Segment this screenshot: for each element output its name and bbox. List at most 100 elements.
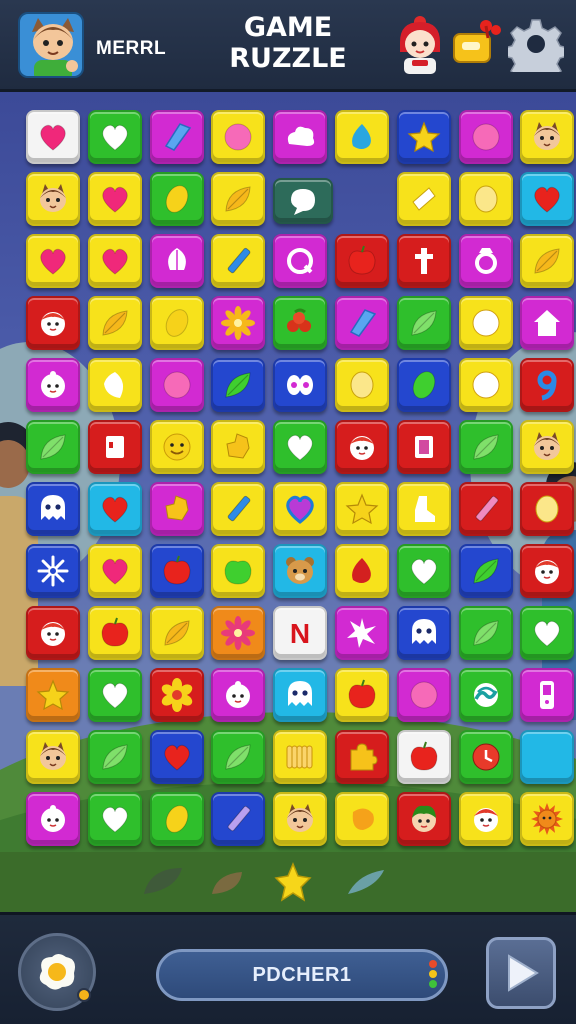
tile-lemon[interactable]: [149, 296, 204, 350]
tile-berries[interactable]: [273, 296, 328, 350]
tile-cat[interactable]: [273, 792, 328, 846]
tile-heart[interactable]: [396, 544, 451, 598]
tile-apple[interactable]: [335, 668, 389, 722]
tile-heart[interactable]: [273, 420, 328, 474]
tile-leaf[interactable]: [211, 730, 266, 784]
tile-lemon[interactable]: [396, 358, 451, 412]
settings-button[interactable]: [503, 16, 569, 85]
tile-cat[interactable]: [26, 172, 80, 226]
tile-star[interactable]: [396, 110, 451, 164]
tile-egg[interactable]: [458, 172, 513, 226]
tile-drop[interactable]: [335, 792, 389, 846]
tile-butterfly[interactable]: [273, 358, 328, 412]
tile-heart[interactable]: [26, 110, 80, 164]
tile-leaf[interactable]: [458, 606, 513, 660]
tile-lemon[interactable]: [149, 172, 204, 226]
tile-flower[interactable]: [149, 668, 204, 722]
tile-disc[interactable]: [149, 358, 204, 412]
tile-apple[interactable]: [211, 544, 266, 598]
tile-pencil[interactable]: [458, 482, 513, 536]
tile-star[interactable]: [335, 482, 389, 536]
tile-sparkle[interactable]: [335, 606, 389, 660]
tile-leaf[interactable]: [458, 420, 513, 474]
tile-flower[interactable]: [211, 606, 266, 660]
tile-snowflake[interactable]: [26, 544, 80, 598]
tile-face[interactable]: [26, 296, 80, 350]
tile-heart[interactable]: [273, 482, 328, 536]
tile-cross[interactable]: [396, 234, 451, 288]
gift-button[interactable]: [448, 16, 502, 70]
character-button[interactable]: [390, 12, 450, 76]
tile-card[interactable]: [87, 420, 142, 474]
tile-baby[interactable]: [26, 358, 80, 412]
tile-gem[interactable]: [149, 110, 204, 164]
tile-face[interactable]: [26, 606, 80, 660]
tile-cat[interactable]: [520, 110, 575, 164]
tile-ring[interactable]: [458, 234, 513, 288]
tile-crystal[interactable]: [87, 358, 142, 412]
tile-apple[interactable]: [87, 606, 142, 660]
tile-drop[interactable]: [335, 110, 389, 164]
tile-gem[interactable]: [335, 296, 389, 350]
tile-wave[interactable]: [458, 668, 513, 722]
tile-face[interactable]: [520, 544, 575, 598]
tile-disc[interactable]: [458, 358, 513, 412]
tile-apple[interactable]: [396, 730, 451, 784]
tile-ghost[interactable]: [396, 606, 451, 660]
tile-heart[interactable]: [87, 172, 142, 226]
tile-ghost[interactable]: [273, 668, 328, 722]
tile-rhombus[interactable]: [396, 172, 451, 226]
tile-leaf[interactable]: [396, 296, 451, 350]
tile-phone[interactable]: [520, 668, 575, 722]
tile-heart[interactable]: [87, 110, 142, 164]
tile-disc[interactable]: [458, 110, 513, 164]
tile-bulb[interactable]: [149, 234, 204, 288]
tile-blank[interactable]: [520, 730, 575, 784]
tile-cloud[interactable]: [273, 110, 328, 164]
tile-flower[interactable]: [211, 296, 266, 350]
tile-drop[interactable]: [335, 544, 389, 598]
tile-leaf[interactable]: [458, 544, 513, 598]
tile-ring[interactable]: [273, 234, 328, 288]
tile-ghost[interactable]: [26, 482, 80, 536]
tile-heart[interactable]: [87, 482, 142, 536]
tile-pencil[interactable]: [211, 482, 266, 536]
tile-letter-n[interactable]: N: [273, 606, 328, 660]
tile-cat[interactable]: [520, 420, 575, 474]
tile-pencil[interactable]: [211, 234, 266, 288]
tile-disc[interactable]: [211, 110, 266, 164]
tile-apple[interactable]: [149, 544, 204, 598]
player-avatar[interactable]: [18, 12, 84, 78]
tile-smiley[interactable]: [149, 420, 204, 474]
tile-leaf[interactable]: [211, 358, 266, 412]
tile-baby[interactable]: [26, 792, 80, 846]
tile-clock[interactable]: [458, 730, 513, 784]
tile-cat[interactable]: [26, 730, 80, 784]
tile-heart[interactable]: [87, 544, 142, 598]
booster-button[interactable]: [18, 933, 96, 1011]
tile-boot[interactable]: [396, 482, 451, 536]
tile-heart[interactable]: [87, 792, 142, 846]
tile-sun[interactable]: [520, 792, 575, 846]
tile-face[interactable]: [335, 420, 389, 474]
tile-egg[interactable]: [335, 358, 389, 412]
tile-fingers[interactable]: [273, 730, 328, 784]
tile-card[interactable]: [396, 420, 451, 474]
tile-speech-bubble[interactable]: [273, 178, 334, 224]
tile-heart[interactable]: [87, 234, 142, 288]
tile-leaf[interactable]: [87, 296, 142, 350]
play-button[interactable]: [486, 937, 556, 1009]
tile-baby[interactable]: [211, 668, 266, 722]
tile-pencil[interactable]: [211, 792, 266, 846]
tile-number-nine[interactable]: [520, 358, 575, 412]
tile-disc[interactable]: [396, 668, 451, 722]
tile-leaf[interactable]: [26, 420, 80, 474]
tile-heart[interactable]: [520, 606, 575, 660]
tile-egg[interactable]: [520, 482, 575, 536]
tile-lemon[interactable]: [149, 792, 204, 846]
tile-heart[interactable]: [149, 730, 204, 784]
tile-heart[interactable]: [87, 668, 142, 722]
tile-star[interactable]: [26, 668, 80, 722]
tile-boy[interactable]: [396, 792, 451, 846]
tile-house[interactable]: [520, 296, 575, 350]
